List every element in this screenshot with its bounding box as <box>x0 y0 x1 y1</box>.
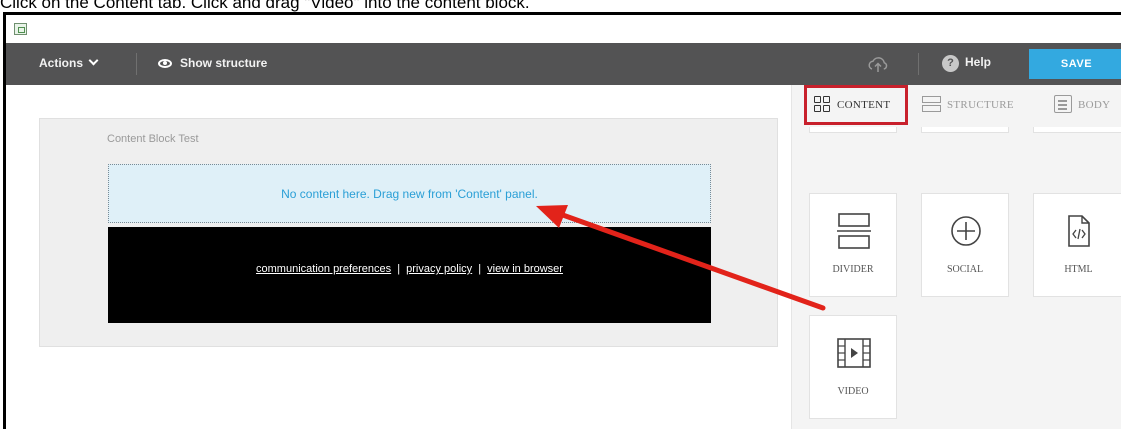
editor-toolbar: Actions Show structure ? Help SAVE <box>6 43 1121 85</box>
divider-label: DIVIDER <box>832 264 874 275</box>
eye-icon <box>158 59 172 68</box>
html-label: HTML <box>1064 264 1093 275</box>
html-tile[interactable]: HTML <box>1033 193 1121 297</box>
social-label: SOCIAL <box>946 264 984 275</box>
footer-links: communication preferences | privacy poli… <box>108 263 711 275</box>
cloud-upload-icon[interactable] <box>867 53 889 75</box>
divider-tile[interactable]: DIVIDER <box>809 193 897 297</box>
tab-body[interactable]: BODY <box>1054 85 1110 125</box>
rows-icon <box>922 95 941 113</box>
chevron-down-icon <box>88 55 99 66</box>
grid-icon <box>814 95 831 113</box>
tab-structure[interactable]: STRUCTURE <box>922 85 1014 125</box>
email-body: Content Block Test No content here. Drag… <box>39 118 778 347</box>
tab-body-label: BODY <box>1078 99 1111 111</box>
window-top-strip <box>6 15 1121 43</box>
save-button[interactable]: SAVE <box>1029 49 1121 79</box>
tab-content-label: CONTENT <box>837 99 891 111</box>
tab-content[interactable]: CONTENT <box>804 85 908 125</box>
footer-separator: | <box>397 263 401 275</box>
tile-stub <box>921 127 1009 133</box>
video-film-icon <box>837 338 871 368</box>
help-button[interactable]: ? Help <box>942 55 991 72</box>
video-tile[interactable]: VIDEO <box>809 315 897 419</box>
video-label: VIDEO <box>837 386 869 397</box>
email-canvas: Content Block Test No content here. Drag… <box>6 85 791 429</box>
tile-stub <box>1033 127 1121 133</box>
actions-menu[interactable]: Actions <box>39 55 99 70</box>
html-file-icon <box>1068 215 1090 247</box>
show-structure-button[interactable]: Show structure <box>158 56 267 70</box>
editor-window: Actions Show structure ? Help SAVE Conten… <box>3 12 1121 429</box>
social-tile[interactable]: SOCIAL <box>921 193 1009 297</box>
tab-structure-label: STRUCTURE <box>947 99 1014 111</box>
actions-label: Actions <box>39 56 84 70</box>
privacy-policy-link[interactable]: privacy policy <box>406 263 472 275</box>
divider-icon <box>837 213 871 249</box>
help-label: Help <box>965 55 992 69</box>
help-icon: ? <box>942 55 959 72</box>
document-icon <box>14 23 27 35</box>
content-dropzone[interactable]: No content here. Drag new from 'Content'… <box>108 164 711 223</box>
communication-preferences-link[interactable]: communication preferences <box>256 263 391 275</box>
toolbar-divider-right <box>918 53 919 75</box>
body-document-icon <box>1054 95 1072 114</box>
social-plus-icon <box>951 216 981 246</box>
toolbar-divider <box>136 53 137 75</box>
tile-stub <box>809 127 897 133</box>
footer-block[interactable]: communication preferences | privacy poli… <box>108 227 711 323</box>
show-structure-label: Show structure <box>180 56 268 70</box>
footer-separator: | <box>478 263 482 275</box>
screenshot-page: Click on the Content tab. Click and drag… <box>0 0 1121 429</box>
blocks-panel: CONTENT STRUCTURE BODY DIVIDER SOCIAL HT… <box>792 85 1121 429</box>
view-in-browser-link[interactable]: view in browser <box>487 263 563 275</box>
content-block-title: Content Block Test <box>107 133 199 145</box>
